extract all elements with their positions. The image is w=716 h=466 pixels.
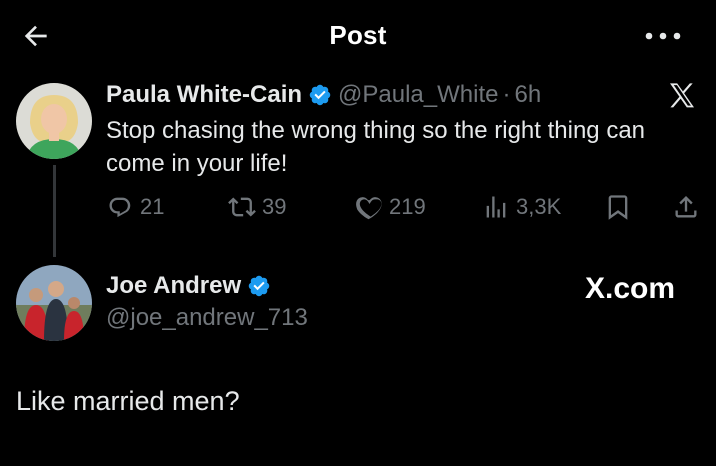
post-header: Paula White-Cain @Paula_White · 6h	[106, 80, 541, 110]
verified-badge-icon	[247, 274, 271, 298]
author-name[interactable]: Paula White-Cain	[106, 81, 302, 109]
share-icon	[675, 196, 697, 218]
reply-header: Joe Andrew	[106, 272, 277, 300]
reply-author-handle[interactable]: @joe_andrew_713	[106, 304, 308, 332]
post-text: Stop chasing the wrong thing so the righ…	[106, 117, 646, 177]
more-horizontal-icon[interactable]	[645, 32, 681, 40]
retweet-count: 39	[262, 194, 287, 219]
views-button[interactable]: 3,3K	[482, 191, 561, 223]
reply-text: Like married men?	[16, 386, 240, 416]
heart-icon	[356, 197, 382, 220]
avatar-joe[interactable]	[16, 265, 92, 341]
share-button[interactable]	[672, 191, 706, 223]
view-count: 3,3K	[516, 194, 562, 219]
post-time[interactable]: 6h	[514, 81, 541, 109]
bookmark-button[interactable]	[604, 191, 638, 223]
thread-connector-line	[53, 165, 56, 257]
meta-separator: ·	[502, 81, 511, 108]
analytics-icon	[486, 196, 506, 218]
bookmark-icon	[608, 195, 628, 220]
page-title: Post	[329, 20, 387, 50]
reply-count: 21	[140, 194, 165, 219]
reply-button[interactable]: 21	[106, 191, 164, 223]
reply-icon	[109, 197, 131, 218]
author-handle[interactable]: @Paula_White	[338, 81, 498, 109]
like-count: 219	[389, 194, 426, 219]
x-logo-icon[interactable]	[665, 80, 699, 112]
reply-author-name[interactable]: Joe Andrew	[106, 272, 241, 300]
x-com-watermark: X.com	[585, 272, 676, 305]
retweet-icon	[228, 197, 256, 217]
verified-badge-icon	[308, 83, 332, 107]
retweet-button[interactable]: 39	[228, 191, 286, 223]
avatar-paula[interactable]	[16, 83, 92, 159]
like-button[interactable]: 219	[355, 191, 426, 223]
